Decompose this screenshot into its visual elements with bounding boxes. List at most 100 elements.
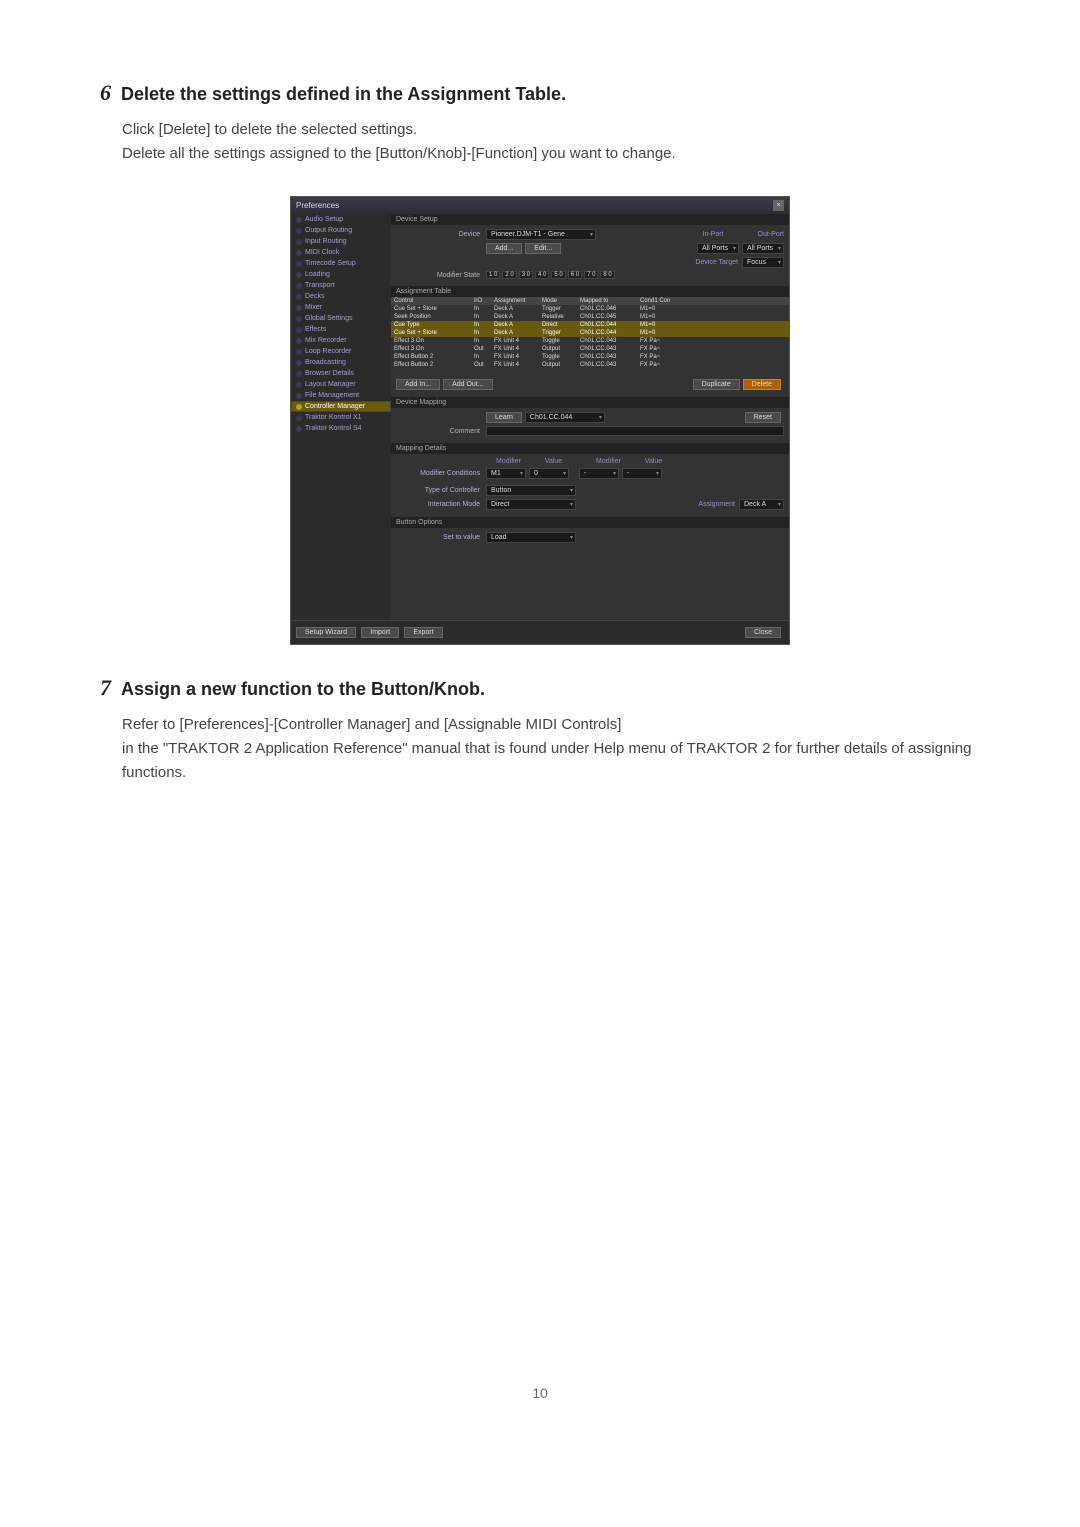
sidebar-item[interactable]: Decks [291,291,391,302]
table-row[interactable]: Effect Button 2OutFX Unit 4OutputCh01.CC… [391,361,789,369]
m2-value-select[interactable]: -▾ [622,468,662,479]
interaction-mode-select[interactable]: Direct▾ [486,499,576,510]
device-setup-body: Device Pioneer.DJM-T1 - Gene▾ In-Port Ou… [391,225,789,286]
col-cond: Cond1 Con [637,297,679,305]
table-row[interactable]: Effect 3 OnInFX Unit 4ToggleCh01.CC.043F… [391,337,789,345]
cell-io: In [471,329,491,337]
reset-button[interactable]: Reset [745,412,781,423]
preferences-window: Preferences × Audio SetupOutput RoutingI… [290,196,790,645]
cell-io: Out [471,361,491,369]
learn-button[interactable]: Learn [486,412,522,423]
button-options-header: Button Options [391,517,789,528]
cell-cond: M1=0 [637,313,679,321]
add-out-button[interactable]: Add Out... [443,379,493,390]
step-7-line1: Refer to [Preferences]-[Controller Manag… [122,713,980,737]
sidebar-item[interactable]: Browser Details [291,368,391,379]
step-6: 6 Delete the settings defined in the Ass… [100,80,980,166]
device-target-select[interactable]: Focus▾ [742,257,784,268]
step-title: Delete the settings defined in the Assig… [121,84,566,105]
col-control: Control [391,297,471,305]
sidebar-item[interactable]: Global Settings [291,313,391,324]
assignment-table: Control I/O Assignment Mode Mapped to Co… [391,297,789,375]
add-button[interactable]: Add... [486,243,522,254]
sidebar-item[interactable]: Mixer [291,302,391,313]
sidebar-item[interactable]: Transport [291,280,391,291]
sidebar-item[interactable]: Controller Manager [291,401,391,412]
cell-mapped: Ch01.CC.043 [577,353,637,361]
cell-io: In [471,321,491,329]
cell-io: Out [471,345,491,353]
export-button[interactable]: Export [404,627,442,638]
sidebar-item[interactable]: Output Routing [291,225,391,236]
cell-control: Effect 3 On [391,345,471,353]
bullet-icon [296,283,302,289]
sidebar-item[interactable]: Traktor Kontrol S4 [291,423,391,434]
device-select[interactable]: Pioneer.DJM-T1 - Gene▾ [486,229,596,240]
m1-select[interactable]: M1▾ [486,468,526,479]
table-row[interactable]: Seek PositionInDeck ARelativeCh01.CC.045… [391,313,789,321]
cell-assignment: Deck A [491,305,539,313]
sidebar-item-label: MIDI Clock [305,249,339,256]
in-port-label: In-Port [703,231,724,238]
modifier-header: Modifier [486,458,531,465]
m1-value-select[interactable]: 0▾ [529,468,569,479]
sidebar-item[interactable]: Traktor Kontrol X1 [291,412,391,423]
delete-button[interactable]: Delete [743,379,781,390]
set-to-value-select[interactable]: Load▾ [486,532,576,543]
type-of-controller-select[interactable]: Button▾ [486,485,576,496]
sidebar-item[interactable]: Broadcasting [291,357,391,368]
duplicate-button[interactable]: Duplicate [693,379,740,390]
cell-mapped: Ch01.CC.044 [577,321,637,329]
learn-value[interactable]: Ch01.CC.044▾ [525,412,605,423]
m2-select[interactable]: -▾ [579,468,619,479]
sidebar-item-label: Mixer [305,304,322,311]
sidebar-item[interactable]: Input Routing [291,236,391,247]
sidebar-item[interactable]: Loading [291,269,391,280]
chevron-down-icon: ▾ [563,470,566,477]
edit-button[interactable]: Edit... [525,243,561,254]
table-row[interactable]: Cue TypeInDeck ADirectCh01.CC.044M1=0 [391,321,789,329]
out-port-select[interactable]: All Ports▾ [742,243,784,254]
bullet-icon [296,228,302,234]
step-number: 6 [100,80,111,106]
assignment-select[interactable]: Deck A▾ [739,499,784,510]
comment-input[interactable] [486,426,784,436]
cell-mode: Output [539,345,577,353]
device-mapping-header: Device Mapping [391,397,789,408]
cell-cond: FX Pa~ [637,361,679,369]
interaction-mode-label: Interaction Mode [396,501,486,508]
sidebar-item-label: Traktor Kontrol S4 [305,425,362,432]
modifier-pill: 6 0 [568,271,582,279]
close-button[interactable]: Close [745,627,781,638]
comment-label: Comment [396,428,486,435]
sidebar-item[interactable]: Layout Manager [291,379,391,390]
sidebar-item[interactable]: File Management [291,390,391,401]
assignment-table-header: Assignment Table [391,286,789,297]
setup-wizard-button[interactable]: Setup Wizard [296,627,356,638]
import-button[interactable]: Import [361,627,399,638]
table-body[interactable]: Cue Set + StoreInDeck ATriggerCh01.CC.04… [391,305,789,375]
sidebar-item[interactable]: Audio Setup [291,214,391,225]
cell-control: Cue Set + Store [391,305,471,313]
close-icon[interactable]: × [773,200,784,211]
table-row[interactable]: Cue Set + StoreInDeck ATriggerCh01.CC.04… [391,329,789,337]
add-in-button[interactable]: Add In... [396,379,440,390]
modifier-conditions-label: Modifier Conditions [396,470,486,477]
preferences-footer: Setup Wizard Import Export Close [291,620,789,644]
sidebar-item-label: Input Routing [305,238,347,245]
table-row[interactable]: Effect Button 2InFX Unit 4ToggleCh01.CC.… [391,353,789,361]
table-row[interactable]: Effect 3 OnOutFX Unit 4OutputCh01.CC.043… [391,345,789,353]
sidebar-item[interactable]: MIDI Clock [291,247,391,258]
bullet-icon [296,327,302,333]
cell-assignment: FX Unit 4 [491,337,539,345]
table-row[interactable]: Cue Set + StoreInDeck ATriggerCh01.CC.04… [391,305,789,313]
sidebar-item-label: Global Settings [305,315,352,322]
sidebar-item[interactable]: Loop Recorder [291,346,391,357]
sidebar-item[interactable]: Mix Recorder [291,335,391,346]
bullet-icon [296,371,302,377]
sidebar-item[interactable]: Timecode Setup [291,258,391,269]
in-port-select[interactable]: All Ports▾ [697,243,739,254]
step-6-line2: Delete all the settings assigned to the … [122,142,980,166]
bullet-icon [296,404,302,410]
sidebar-item[interactable]: Effects [291,324,391,335]
